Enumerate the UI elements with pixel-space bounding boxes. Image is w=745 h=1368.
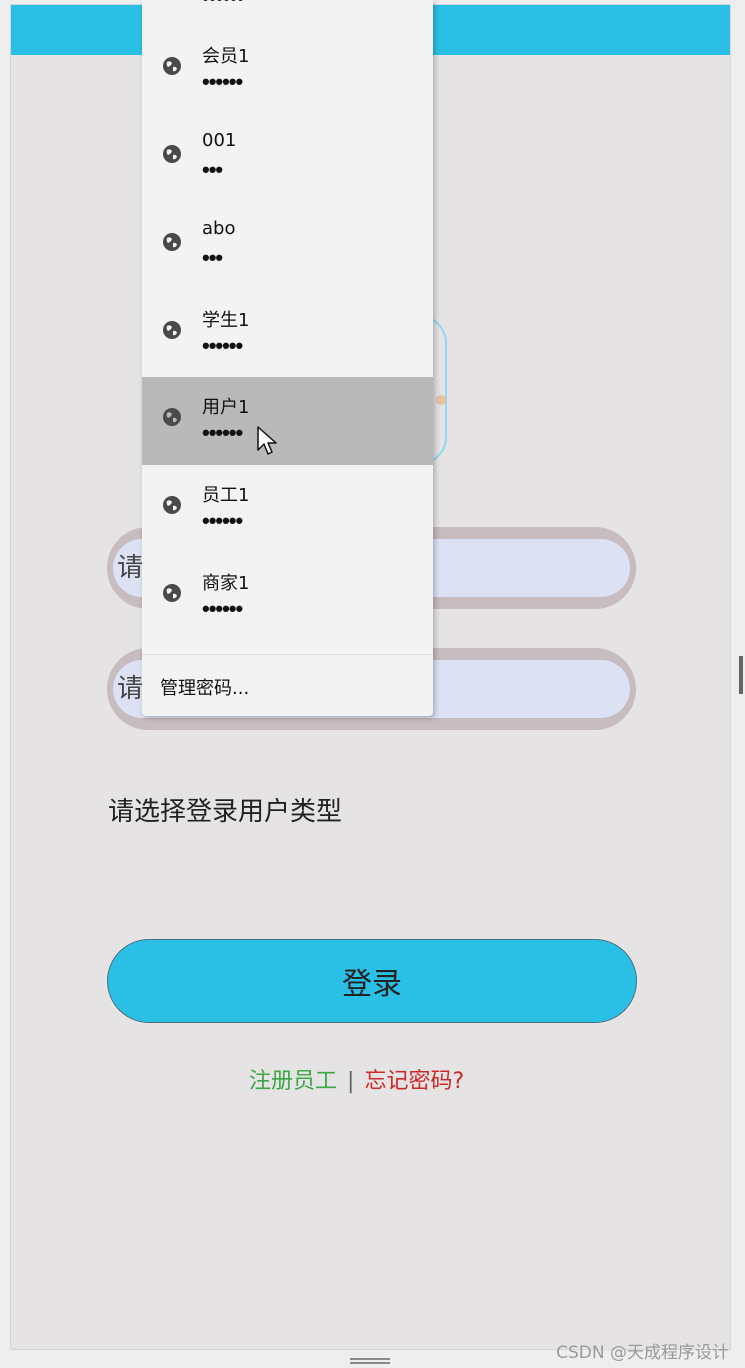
globe-icon xyxy=(163,57,181,75)
autofill-username: 商家1 xyxy=(202,573,250,594)
auth-links: 注册员工 | 忘记密码? xyxy=(249,1063,464,1095)
globe-icon xyxy=(163,233,181,251)
autofill-username: abo xyxy=(202,218,236,239)
autofill-password: ••• xyxy=(202,157,223,182)
autofill-item[interactable]: 员工1 •••••• xyxy=(142,465,433,553)
autofill-username: 001 xyxy=(202,130,237,151)
resize-grip[interactable] xyxy=(350,1358,390,1364)
autofill-password: •••••• xyxy=(202,69,243,94)
avatar-image xyxy=(436,395,446,405)
scrollbar-handle[interactable] xyxy=(739,656,743,694)
autofill-item[interactable]: abo ••• xyxy=(142,202,433,290)
mouse-cursor-icon xyxy=(257,426,277,455)
autofill-item-active[interactable]: 用户1 •••••• xyxy=(142,377,433,465)
link-separator: | xyxy=(347,1069,355,1094)
autofill-password: •••••• xyxy=(202,596,243,621)
autofill-username: 会员1 xyxy=(202,46,250,67)
globe-icon xyxy=(163,145,181,163)
globe-icon xyxy=(163,408,181,426)
manage-passwords-item[interactable]: 管理密码... xyxy=(160,674,249,700)
autofill-username: 员工1 xyxy=(202,485,250,506)
globe-icon xyxy=(163,584,181,602)
partial-item-password: •••••• xyxy=(202,0,244,11)
forgot-password-link[interactable]: 忘记密码? xyxy=(364,1069,464,1094)
autofill-username: 学生1 xyxy=(202,310,250,331)
globe-icon xyxy=(163,496,181,514)
register-link[interactable]: 注册员工 xyxy=(249,1069,337,1094)
watermark: CSDN @天成程序设计 xyxy=(556,1343,729,1363)
user-type-label: 请选择登录用户类型 xyxy=(108,797,343,827)
login-button[interactable]: 登录 xyxy=(107,939,637,1023)
autofill-item[interactable]: 学生1 •••••• xyxy=(142,290,433,378)
autofill-username: 用户1 xyxy=(202,397,250,418)
dropdown-divider xyxy=(142,654,433,655)
autofill-item[interactable]: 会员1 •••••• xyxy=(142,26,433,114)
autofill-password: •••••• xyxy=(202,420,243,445)
autofill-item[interactable]: 001 ••• xyxy=(142,114,433,202)
autofill-password: •••••• xyxy=(202,508,243,533)
autofill-password: •••••• xyxy=(202,333,243,358)
autofill-password: ••• xyxy=(202,245,223,270)
autofill-item[interactable]: 商家1 •••••• xyxy=(142,553,433,641)
globe-icon xyxy=(163,321,181,339)
autofill-dropdown: •••••• 会员1 •••••• 001 ••• abo ••• 学生1 ••… xyxy=(142,0,433,716)
